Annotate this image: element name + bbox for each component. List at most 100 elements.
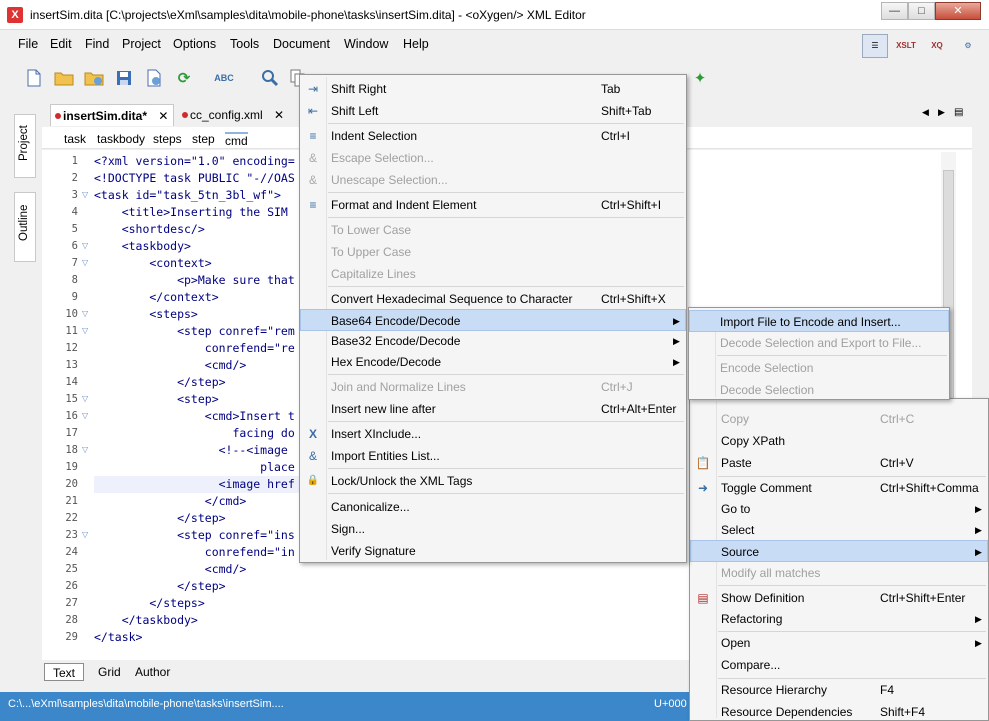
breadcrumb-taskbody[interactable]: taskbody (97, 132, 145, 146)
menu-item-canonicalize[interactable]: Canonicalize... (300, 496, 686, 518)
code-line[interactable]: <steps> (94, 306, 197, 323)
tab-author-mode[interactable]: Author (127, 663, 178, 681)
menu-item-format-indent-element[interactable]: ≡ Format and Indent Element Ctrl+Shift+I (300, 194, 686, 216)
fold-toggle-icon[interactable]: ▽ (82, 411, 88, 420)
open-folder-icon[interactable] (54, 68, 74, 88)
fold-toggle-icon[interactable]: ▽ (82, 530, 88, 539)
breadcrumb-step[interactable]: step (192, 132, 215, 146)
menu-item-toggle-comment[interactable]: ➜ Toggle Comment Ctrl+Shift+Comma (690, 477, 988, 499)
menu-options[interactable]: Options (173, 37, 216, 51)
save-to-url-icon[interactable] (144, 68, 164, 88)
menu-item-shift-right[interactable]: ⇥ Shift Right Tab (300, 78, 686, 100)
code-line[interactable]: </cmd> (94, 493, 247, 510)
menu-item-decode-export[interactable]: Decode Selection and Export to File... (689, 332, 949, 354)
breadcrumb-steps[interactable]: steps (153, 132, 182, 146)
menu-item-show-definition[interactable]: ▤ Show Definition Ctrl+Shift+Enter (690, 587, 988, 609)
code-line[interactable]: place (94, 459, 295, 476)
close-window-button[interactable]: ✕ (935, 2, 981, 20)
menu-project[interactable]: Project (122, 37, 161, 51)
menu-document[interactable]: Document (273, 37, 330, 51)
code-line[interactable]: <task id="task_5tn_3bl_wf"> (94, 187, 281, 204)
spell-check-icon[interactable]: ABC (214, 68, 234, 88)
menu-item-sign[interactable]: Sign... (300, 518, 686, 540)
code-line[interactable]: <title>Inserting the SIM (94, 204, 288, 221)
menu-item-encode-selection[interactable]: Encode Selection (689, 357, 949, 379)
fold-toggle-icon[interactable]: ▽ (82, 445, 88, 454)
save-icon[interactable] (114, 68, 134, 88)
menu-item-base32[interactable]: Base32 Encode/Decode ▶ (300, 330, 686, 352)
code-line[interactable]: <!DOCTYPE task PUBLIC "-//OAS (94, 170, 295, 187)
tab-insertsim[interactable]: insertSim.dita* ✕ (50, 104, 174, 126)
xslt-debugger-button[interactable]: XSLT (893, 34, 919, 58)
menu-item-modify-all-matches[interactable]: Modify all matches (690, 562, 988, 584)
code-line[interactable]: <cmd/> (94, 561, 247, 578)
menu-item-import-entities[interactable]: & Import Entities List... (300, 445, 686, 467)
breadcrumb-task[interactable]: task (64, 132, 86, 146)
fold-toggle-icon[interactable]: ▽ (82, 241, 88, 250)
menu-item-insert-new-line[interactable]: Insert new line after Ctrl+Alt+Enter (300, 398, 686, 420)
code-line[interactable]: <step conref="ins (94, 527, 295, 544)
breadcrumb-cmd[interactable]: cmd (225, 132, 248, 148)
code-line[interactable]: <context> (94, 255, 211, 272)
xquery-debugger-button[interactable]: XQ (924, 34, 950, 58)
pin-icon[interactable]: ✦ (690, 68, 710, 88)
open-url-icon[interactable] (84, 68, 104, 88)
code-line[interactable]: <shortdesc/> (94, 221, 205, 238)
code-line[interactable]: <step> (94, 391, 219, 408)
menu-item-open[interactable]: Open ▶ (690, 632, 988, 654)
code-line[interactable]: conrefend="re (94, 340, 295, 357)
code-line[interactable]: </context> (94, 289, 218, 306)
menu-item-to-lower-case[interactable]: To Lower Case (300, 219, 686, 241)
find-replace-icon[interactable] (260, 68, 280, 88)
refresh-icon[interactable]: ⟳ (174, 68, 194, 88)
fold-toggle-icon[interactable]: ▽ (82, 258, 88, 267)
menu-item-source[interactable]: Source ▶ (690, 540, 988, 562)
menu-item-capitalize-lines[interactable]: Capitalize Lines (300, 263, 686, 285)
code-line[interactable]: conrefend="in (94, 544, 295, 561)
new-file-icon[interactable] (24, 68, 44, 88)
code-line[interactable]: </taskbody> (94, 612, 198, 629)
code-line[interactable]: <cmd>Insert t (94, 408, 295, 425)
close-tab-icon[interactable]: ✕ (274, 108, 284, 122)
tab-list-icon[interactable]: ▤ (954, 107, 963, 118)
code-line[interactable]: <step conref="rem (94, 323, 295, 340)
editor-perspective-button[interactable]: ☰ (862, 34, 888, 58)
menu-file[interactable]: File (18, 37, 38, 51)
database-perspective-button[interactable]: ⚙ (955, 34, 981, 58)
code-line[interactable]: </step> (94, 510, 225, 527)
menu-item-verify-signature[interactable]: Verify Signature (300, 540, 686, 562)
menu-item-decode-selection[interactable]: Decode Selection (689, 379, 949, 401)
code-line[interactable]: </step> (94, 374, 225, 391)
menu-item-shift-left[interactable]: ⇤ Shift Left Shift+Tab (300, 100, 686, 122)
tab-outline[interactable]: Outline (14, 192, 36, 262)
tab-nav-right-icon[interactable]: ▶ (938, 107, 945, 118)
menu-item-resource-hierarchy[interactable]: Resource Hierarchy F4 (690, 679, 988, 701)
close-tab-icon[interactable]: ✕ (158, 109, 168, 123)
menu-window[interactable]: Window (344, 37, 388, 51)
code-line[interactable]: </step> (94, 578, 225, 595)
menu-item-select[interactable]: Select ▶ (690, 519, 988, 541)
code-line[interactable]: <?xml version="1.0" encoding= (94, 153, 295, 170)
code-line[interactable]: <image href (94, 476, 304, 493)
menu-item-lock-unlock-tags[interactable]: 🔒 Lock/Unlock the XML Tags (300, 470, 686, 492)
menu-item-hex-encode[interactable]: Hex Encode/Decode ▶ (300, 351, 686, 373)
maximize-button[interactable]: □ (908, 2, 935, 20)
menu-item-escape-selection[interactable]: & Escape Selection... (300, 147, 686, 169)
code-line[interactable]: <taskbody> (94, 238, 191, 255)
menu-item-to-upper-case[interactable]: To Upper Case (300, 241, 686, 263)
fold-toggle-icon[interactable]: ▽ (82, 326, 88, 335)
menu-item-base64[interactable]: Base64 Encode/Decode ▶ (300, 309, 686, 331)
menu-edit[interactable]: Edit (50, 37, 72, 51)
menu-item-convert-hex[interactable]: Convert Hexadecimal Sequence to Characte… (300, 288, 686, 310)
menu-item-join-normalize[interactable]: Join and Normalize Lines Ctrl+J (300, 376, 686, 398)
tab-cc-config[interactable]: cc_config.xml ✕ (178, 104, 298, 126)
code-line[interactable]: </task> (94, 629, 142, 646)
menu-item-indent-selection[interactable]: ≡ Indent Selection Ctrl+I (300, 125, 686, 147)
menu-tools[interactable]: Tools (230, 37, 259, 51)
code-line[interactable]: </steps> (94, 595, 204, 612)
fold-toggle-icon[interactable]: ▽ (82, 190, 88, 199)
menu-item-go-to[interactable]: Go to ▶ (690, 498, 988, 520)
menu-item-copy[interactable]: Copy Ctrl+C (690, 408, 988, 430)
code-line[interactable]: <p>Make sure that (94, 272, 295, 289)
menu-item-resource-dependencies[interactable]: Resource Dependencies Shift+F4 (690, 701, 988, 721)
